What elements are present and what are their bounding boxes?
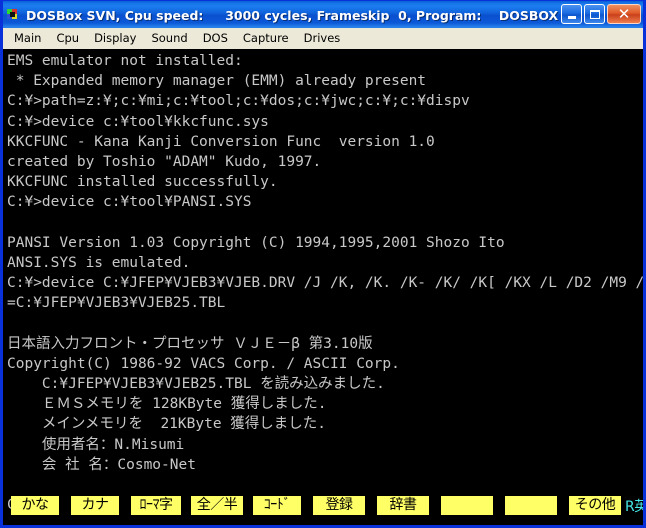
terminal-line: メインメモリを 21KByte 獲得しました. bbox=[7, 416, 327, 433]
terminal-line: C:¥JFEP¥VJEB3¥VJEB25.TBL を読み込みました. bbox=[7, 376, 385, 392]
minimize-icon bbox=[567, 16, 576, 19]
terminal-line: * Expanded memory manager (EMM) already … bbox=[7, 73, 427, 90]
terminal-line: C:¥>device c:¥tool¥kkcfunc.sys bbox=[7, 113, 269, 130]
fkey-register[interactable]: 登録 bbox=[313, 496, 365, 515]
window-controls: ✕ bbox=[561, 4, 641, 24]
dosbox-window: DOSBox SVN, Cpu speed: 3000 cycles, Fram… bbox=[0, 0, 646, 528]
terminal-line: PANSI Version 1.03 Copyright (C) 1994,19… bbox=[7, 234, 505, 251]
terminal-line: KKCFUNC installed successfully. bbox=[7, 174, 278, 191]
menu-item-dos[interactable]: DOS bbox=[196, 29, 235, 48]
terminal-line: Copyright(C) 1986-92 VACS Corp. / ASCII … bbox=[7, 355, 400, 372]
terminal-output: EMS emulator not installed: * Expanded m… bbox=[7, 51, 643, 515]
menu-item-drives[interactable]: Drives bbox=[297, 29, 348, 48]
terminal-line: 使用者名：N.Misumi bbox=[7, 436, 185, 453]
terminal-line: C:¥>path=z:¥;c:¥mi;c:¥tool;c:¥dos;c:¥jwc… bbox=[7, 93, 470, 110]
maximize-icon bbox=[589, 9, 600, 19]
menu-item-sound[interactable]: Sound bbox=[144, 29, 194, 48]
fkey-blank-2[interactable] bbox=[505, 496, 557, 515]
fkey-code[interactable]: ｺｰﾄﾞ bbox=[253, 496, 301, 515]
menu-item-capture[interactable]: Capture bbox=[236, 29, 296, 48]
vje-mode-indicator: R英数半J*B bbox=[625, 498, 643, 515]
fkey-katakana[interactable]: カナ bbox=[71, 496, 119, 515]
fkey-kana[interactable]: かな bbox=[11, 496, 59, 515]
fkey-romaji[interactable]: ﾛｰﾏ字 bbox=[131, 496, 181, 515]
menu-item-main[interactable]: Main bbox=[7, 29, 48, 48]
dos-screen[interactable]: EMS emulator not installed: * Expanded m… bbox=[3, 49, 643, 522]
terminal-line: =C:¥JFEP¥VJEB3¥VJEB25.TBL bbox=[7, 295, 226, 312]
fkey-other[interactable]: その他 bbox=[569, 496, 621, 515]
maximize-button[interactable] bbox=[584, 4, 605, 24]
terminal-line: C:¥>device c:¥tool¥PANSI.SYS bbox=[7, 194, 252, 211]
menubar: Main Cpu Display Sound DOS Capture Drive… bbox=[3, 28, 643, 50]
terminal-line: 日本語入力フロント・プロセッサ ＶＪＥ－β 第3.10版 bbox=[7, 335, 373, 352]
window-title: DOSBox SVN, Cpu speed: 3000 cycles, Fram… bbox=[26, 7, 559, 23]
menu-item-cpu[interactable]: Cpu bbox=[49, 29, 86, 48]
vje-function-key-bar: かな カナ ﾛｰﾏ字 全／半 ｺｰﾄﾞ 登録 辞書 その他 R英数半J*B bbox=[3, 495, 643, 516]
terminal-line: ANSI.SYS is emulated. bbox=[7, 254, 191, 271]
close-button[interactable]: ✕ bbox=[607, 4, 641, 24]
titlebar[interactable]: DOSBox SVN, Cpu speed: 3000 cycles, Fram… bbox=[3, 0, 643, 29]
fkey-zen-han[interactable]: 全／半 bbox=[191, 496, 243, 515]
menu-item-display[interactable]: Display bbox=[87, 29, 143, 48]
fkey-blank-1[interactable] bbox=[441, 496, 493, 515]
minimize-button[interactable] bbox=[561, 4, 582, 24]
terminal-line: EMS emulator not installed: bbox=[7, 53, 243, 69]
fkey-dictionary[interactable]: 辞書 bbox=[377, 496, 429, 515]
terminal-line: 会 社 名：Cosmo-Net bbox=[7, 456, 196, 473]
terminal-line: ＥＭＳメモリを 128KByte 獲得しました. bbox=[7, 396, 327, 413]
terminal-line: KKCFUNC - Kana Kanji Conversion Func ver… bbox=[7, 133, 435, 150]
dosbox-icon bbox=[5, 7, 21, 23]
terminal-line: C:¥>device C:¥JFEP¥VJEB3¥VJEB.DRV /J /K,… bbox=[7, 275, 643, 292]
close-icon: ✕ bbox=[617, 4, 631, 23]
terminal-line: created by Toshio "ADAM" Kudo, 1997. bbox=[7, 153, 322, 170]
